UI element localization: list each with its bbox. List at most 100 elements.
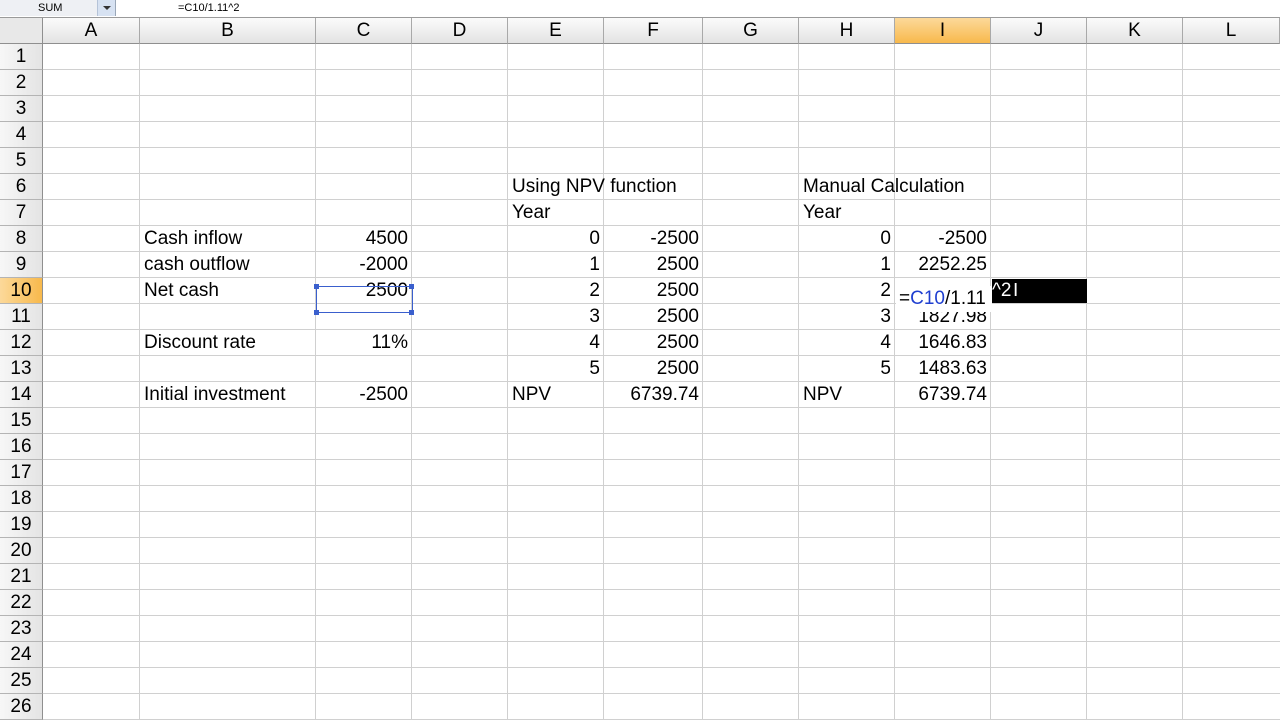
row-header-3[interactable]: 3 [0,96,43,122]
row-header-21[interactable]: 21 [0,564,43,590]
column-header-e[interactable]: E [508,18,604,44]
fill-handle[interactable] [409,284,414,289]
row-header-22[interactable]: 22 [0,590,43,616]
column-header-i[interactable]: I [895,18,991,44]
cell-f13[interactable]: 2500 [604,356,703,382]
cell-h10[interactable]: 2 [799,278,895,304]
row-header-23[interactable]: 23 [0,616,43,642]
cell-f11[interactable]: 2500 [604,304,703,330]
cell-e11[interactable]: 3 [508,304,604,330]
column-header-c[interactable]: C [316,18,412,44]
fill-handle[interactable] [314,310,319,315]
name-box-value: SUM [38,2,63,14]
column-header-k[interactable]: K [1087,18,1183,44]
row-header-7[interactable]: 7 [0,200,43,226]
gridline-horizontal [43,641,1280,642]
cell-c12[interactable]: 11% [316,330,412,356]
row-header-13[interactable]: 13 [0,356,43,382]
row-header-17[interactable]: 17 [0,460,43,486]
cell-editor-overflow[interactable]: ^2 [992,279,1087,303]
gridline-horizontal [43,121,1280,122]
column-header-h[interactable]: H [799,18,895,44]
cell-e6[interactable]: Using NPV function [508,174,808,200]
cell-i12[interactable]: 1646.83 [895,330,991,356]
gridline-horizontal [43,667,1280,668]
cell-i8[interactable]: -2500 [895,226,991,252]
cell-h6[interactable]: Manual Calculation [799,174,1099,200]
formula-equals: = [899,288,911,309]
column-header-f[interactable]: F [604,18,703,44]
gridline-horizontal [43,693,1280,694]
row-header-9[interactable]: 9 [0,252,43,278]
row-header-20[interactable]: 20 [0,538,43,564]
gridline-vertical [1182,44,1183,720]
cell-f10[interactable]: 2500 [604,278,703,304]
row-header-10[interactable]: 10 [0,278,43,304]
chevron-down-icon[interactable] [97,0,115,16]
row-header-2[interactable]: 2 [0,70,43,96]
cell-i9[interactable]: 2252.25 [895,252,991,278]
row-header-11[interactable]: 11 [0,304,43,330]
gridline-horizontal [43,147,1280,148]
cell-f12[interactable]: 2500 [604,330,703,356]
column-header-g[interactable]: G [703,18,799,44]
gridline-horizontal [43,537,1280,538]
cell-c8[interactable]: 4500 [316,226,412,252]
cell-i13[interactable]: 1483.63 [895,356,991,382]
row-header-14[interactable]: 14 [0,382,43,408]
row-header-19[interactable]: 19 [0,512,43,538]
cell-f8[interactable]: -2500 [604,226,703,252]
fill-handle[interactable] [409,310,414,315]
row-header-25[interactable]: 25 [0,668,43,694]
cell-h11[interactable]: 3 [799,304,895,330]
row-header-8[interactable]: 8 [0,226,43,252]
formula-bar: SUM =C10/1.11^2 [0,0,1280,18]
spreadsheet-grid[interactable]: A B C D E F G H I J K L 1 2 3 4 5 6 7 8 9 10 11 12 13 14 15 16 17 18 1… [0,18,1280,720]
cell-e7[interactable]: Year [508,200,808,226]
cell-c9[interactable]: -2000 [316,252,412,278]
gridline-horizontal [43,589,1280,590]
name-box[interactable]: SUM [0,0,116,16]
cell-e13[interactable]: 5 [508,356,604,382]
column-header-l[interactable]: L [1183,18,1280,44]
column-header-j[interactable]: J [991,18,1087,44]
cell-h9[interactable]: 1 [799,252,895,278]
row-header-15[interactable]: 15 [0,408,43,434]
formula-input[interactable]: =C10/1.11^2 [178,1,240,15]
cell-h7[interactable]: Year [799,200,1099,226]
row-header-16[interactable]: 16 [0,434,43,460]
cell-e12[interactable]: 4 [508,330,604,356]
text-cursor-icon: I [1013,280,1019,301]
row-header-26[interactable]: 26 [0,694,43,720]
cell-i14[interactable]: 6739.74 [895,382,991,408]
column-header-d[interactable]: D [412,18,508,44]
cell-h8[interactable]: 0 [799,226,895,252]
cell-f9[interactable]: 2500 [604,252,703,278]
cell-e8[interactable]: 0 [508,226,604,252]
formula-rest: /1.11 [944,288,986,309]
select-all-corner[interactable] [0,18,43,44]
row-header-24[interactable]: 24 [0,642,43,668]
cell-e10[interactable]: 2 [508,278,604,304]
column-header-a[interactable]: A [43,18,140,44]
cell-f14[interactable]: 6739.74 [604,382,703,408]
cell-i10-editor[interactable]: =C10/1.11 [896,286,992,312]
column-header-b[interactable]: B [140,18,316,44]
gridline-horizontal [43,95,1280,96]
gridline-horizontal [43,511,1280,512]
row-header-6[interactable]: 6 [0,174,43,200]
cell-h12[interactable]: 4 [799,330,895,356]
row-header-18[interactable]: 18 [0,486,43,512]
fill-handle[interactable] [314,284,319,289]
formula-reference-c10: C10 [910,288,945,309]
gridline-horizontal [43,563,1280,564]
cell-h13[interactable]: 5 [799,356,895,382]
gridline-horizontal [43,485,1280,486]
row-header-12[interactable]: 12 [0,330,43,356]
row-header-5[interactable]: 5 [0,148,43,174]
row-header-4[interactable]: 4 [0,122,43,148]
cell-c14[interactable]: -2500 [316,382,412,408]
cell-e9[interactable]: 1 [508,252,604,278]
gridline-horizontal [43,433,1280,434]
row-header-1[interactable]: 1 [0,44,43,70]
